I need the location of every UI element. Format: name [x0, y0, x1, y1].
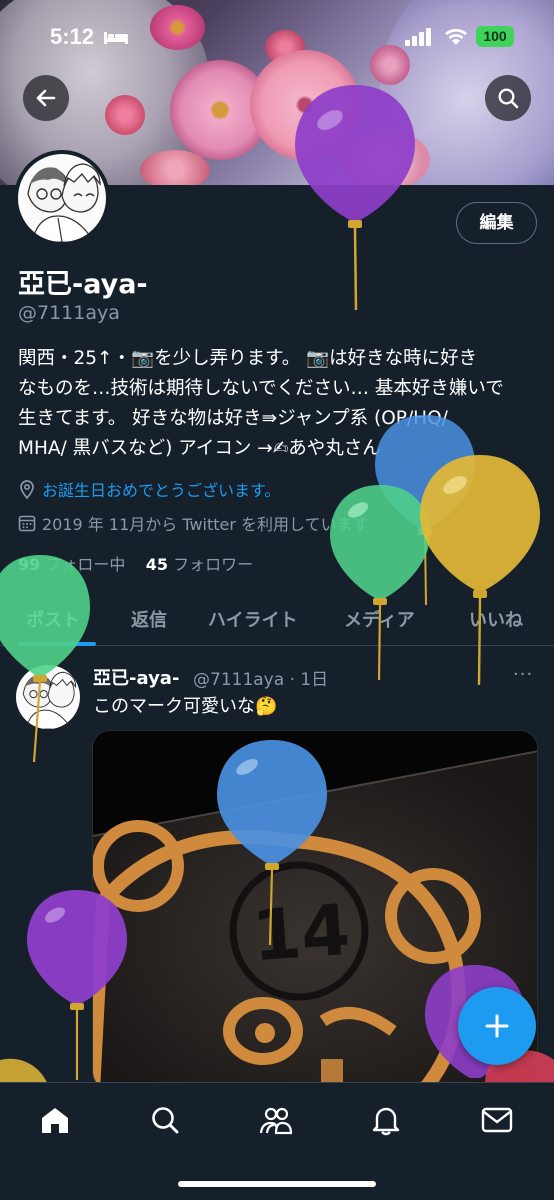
compose-post-button[interactable] — [458, 987, 536, 1065]
profile-avatar[interactable] — [14, 150, 110, 246]
status-bar: 5:12 100 — [0, 0, 554, 75]
following-link[interactable]: 99 フォロー中 — [18, 555, 125, 574]
bio-line: 関西・25↑・📷を少し弄ります。 📷は好きな時に好き — [18, 348, 478, 369]
avatar-illustration — [22, 671, 77, 729]
profile-name: 亞已-aya- — [18, 269, 148, 300]
location-pin-icon — [20, 480, 34, 499]
search-button[interactable] — [485, 75, 531, 121]
followers-link[interactable]: 45 フォロワー — [146, 555, 253, 574]
joined-row: 2019 年 11月から Twitter を利用しています — [18, 511, 369, 535]
joined-text: 2019 年 11月から Twitter を利用しています — [42, 515, 369, 534]
nav-notifications[interactable] — [369, 1103, 403, 1137]
balloon-decoration — [420, 455, 540, 686]
search-icon — [152, 1107, 179, 1134]
mail-icon — [481, 1107, 513, 1133]
profile-handle: @7111aya — [18, 302, 120, 324]
bio-line: MHA/ 黒バスなど) アイコン →✍あや丸さん — [18, 438, 381, 459]
plus-icon — [485, 1014, 509, 1038]
balloon-decoration — [0, 555, 90, 763]
cellular-signal-icon — [405, 28, 431, 46]
birthday-text[interactable]: お誕生日おめでとうございます。 — [42, 477, 280, 501]
back-button[interactable] — [23, 75, 69, 121]
more-options-icon[interactable]: ··· — [513, 664, 533, 685]
birthday-row: お誕生日おめでとうございます。 — [18, 477, 280, 501]
battery-indicator: 100 — [476, 26, 514, 47]
post-avatar[interactable] — [16, 665, 80, 729]
avatar-illustration — [27, 163, 101, 242]
search-icon — [498, 88, 519, 109]
home-indicator — [178, 1181, 376, 1187]
profile-tabs: ポスト 返信 ハイライト メディア いいね — [0, 590, 554, 646]
nav-search[interactable] — [148, 1103, 182, 1137]
follow-stats: 99 フォロー中 45 フォロワー — [18, 551, 253, 575]
tab-posts[interactable]: ポスト — [26, 606, 80, 632]
following-count: 99 — [18, 555, 41, 574]
badge-number: 14 — [250, 889, 353, 978]
followers-count: 45 — [145, 555, 168, 574]
active-tab-indicator — [18, 642, 96, 646]
communities-icon — [259, 1107, 293, 1135]
status-time: 5:12 — [50, 24, 95, 49]
sleep-focus-icon — [104, 32, 128, 44]
calendar-icon — [18, 515, 36, 532]
edit-profile-button[interactable]: 編集 — [456, 202, 537, 244]
bio-line: 生きてます。 好きな物は好き⇛ジャンプ系 (OP/HQ/ — [18, 408, 448, 429]
bio-line: なものを…技術は期待しないでください… 基本好き嫌いで — [18, 378, 504, 399]
nav-communities[interactable] — [259, 1103, 293, 1137]
post-handle-time: @7111aya · 1日 — [193, 670, 329, 690]
post-author-name[interactable]: 亞已-aya- — [93, 664, 179, 690]
tab-highlights[interactable]: ハイライト — [208, 606, 298, 632]
followers-label: フォロワー — [173, 555, 254, 574]
arrow-left-icon — [36, 89, 56, 107]
tab-likes[interactable]: いいね — [469, 606, 523, 632]
tab-replies[interactable]: 返信 — [131, 606, 167, 632]
post-text: このマーク可愛いな🤔 — [93, 696, 278, 717]
following-label: フォロー中 — [45, 555, 126, 574]
profile-bio: 関西・25↑・📷を少し弄ります。 📷は好きな時に好き なものを…技術は期待しない… — [18, 344, 538, 464]
bell-icon — [372, 1107, 400, 1136]
nav-messages[interactable] — [480, 1103, 514, 1137]
balloon-decoration — [0, 1058, 48, 1085]
balloon-decoration — [330, 485, 430, 680]
nav-home[interactable] — [38, 1103, 72, 1137]
wifi-icon — [445, 28, 467, 45]
home-icon — [42, 1108, 68, 1133]
tab-media[interactable]: メディア — [344, 606, 415, 632]
